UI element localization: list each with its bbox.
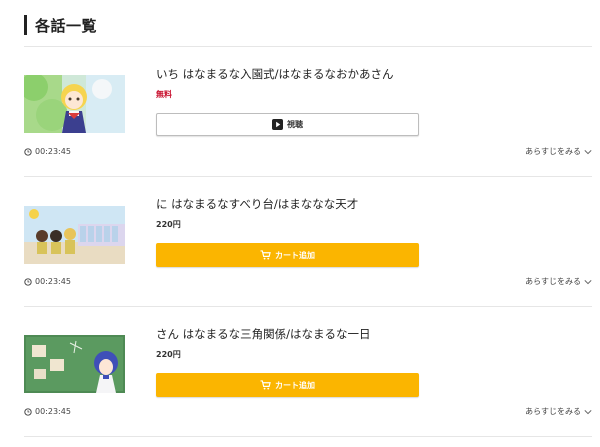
episode-thumbnail[interactable] — [24, 206, 125, 264]
episode-item-2: 00:23:45 に はなまるなすべり台/はまななな天才 220円 カート追加 … — [24, 177, 592, 305]
episode-list-header: 各話一覧 — [24, 14, 97, 36]
synopsis-toggle[interactable]: あらすじをみる — [525, 276, 592, 287]
add-to-cart-label: カート追加 — [275, 250, 315, 260]
episode-thumbnail[interactable] — [24, 335, 125, 393]
play-icon — [272, 119, 283, 130]
episode-title[interactable]: いち はなまるな入園式/はなまるなおかあさん — [156, 66, 394, 82]
cart-icon — [260, 380, 271, 390]
chevron-down-icon — [584, 409, 592, 414]
episode-title[interactable]: に はなまるなすべり台/はまななな天才 — [156, 196, 358, 212]
clock-icon — [24, 407, 32, 416]
add-to-cart-label: カート追加 — [275, 380, 315, 390]
duration-text: 00:23:45 — [35, 407, 71, 416]
episode-price: 220円 — [156, 350, 181, 359]
episode-item-3: 00:23:45 さん はなまるな三角関係/はなまるな一日 220円 カート追加… — [24, 307, 592, 435]
clock-icon — [24, 277, 32, 286]
duration-text: 00:23:45 — [35, 277, 71, 286]
watch-button[interactable]: 視聴 — [156, 113, 419, 136]
episode-item-1: 00:23:45 いち はなまるな入園式/はなまるなおかあさん 無料 視聴 あら… — [24, 47, 592, 175]
episode-thumbnail[interactable] — [24, 75, 125, 133]
clock-icon — [24, 147, 32, 156]
chevron-down-icon — [584, 149, 592, 154]
section-title: 各話一覧 — [35, 16, 98, 35]
add-to-cart-button[interactable]: カート追加 — [156, 373, 419, 397]
episode-duration: 00:23:45 — [24, 147, 71, 156]
synopsis-toggle[interactable]: あらすじをみる — [525, 406, 592, 417]
synopsis-label: あらすじをみる — [525, 407, 581, 416]
episode-price: 無料 — [156, 90, 172, 99]
episode-title[interactable]: さん はなまるな三角関係/はなまるな一日 — [156, 326, 371, 342]
episode-duration: 00:23:45 — [24, 277, 71, 286]
watch-button-label: 視聴 — [287, 120, 303, 129]
synopsis-label: あらすじをみる — [525, 277, 581, 286]
duration-text: 00:23:45 — [35, 147, 71, 156]
section-accent-bar — [24, 15, 27, 35]
synopsis-toggle[interactable]: あらすじをみる — [525, 146, 592, 157]
cart-icon — [260, 250, 271, 260]
episode-price: 220円 — [156, 220, 181, 229]
chevron-down-icon — [584, 279, 592, 284]
synopsis-label: あらすじをみる — [525, 147, 581, 156]
divider — [24, 436, 592, 437]
episode-duration: 00:23:45 — [24, 407, 71, 416]
add-to-cart-button[interactable]: カート追加 — [156, 243, 419, 267]
